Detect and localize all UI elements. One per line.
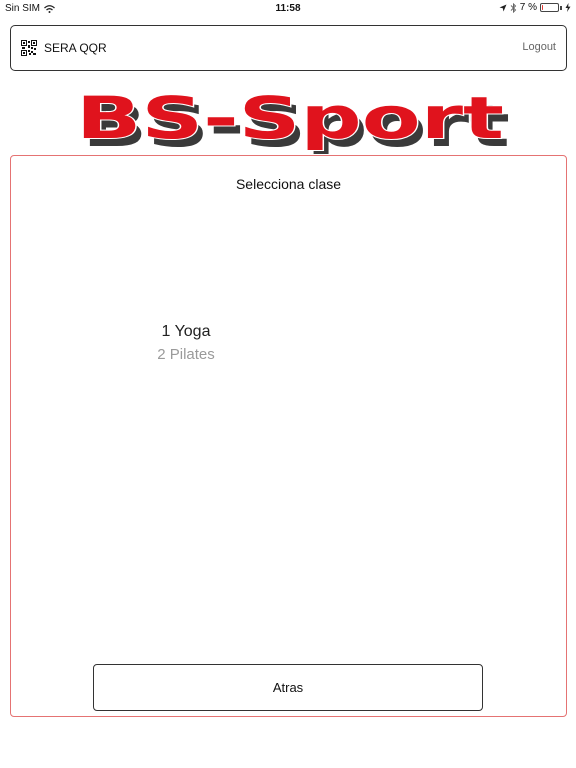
battery-percent: 7 % bbox=[519, 2, 537, 13]
clock: 11:58 bbox=[275, 3, 301, 14]
header-bar: SERA QQR Logout bbox=[10, 25, 567, 71]
battery-level bbox=[542, 5, 543, 10]
class-option-yoga[interactable]: 1 Yoga bbox=[121, 320, 251, 343]
logout-button[interactable]: Logout bbox=[522, 41, 556, 53]
brand-logo: BS-Sport BS-Sport bbox=[75, 83, 510, 154]
class-picker[interactable]: 1 Yoga 2 Pilates bbox=[121, 320, 251, 366]
panel-title: Selecciona clase bbox=[235, 176, 342, 192]
app-title: SERA QQR bbox=[44, 41, 107, 55]
qr-code-icon bbox=[21, 40, 37, 56]
bluetooth-icon bbox=[510, 2, 516, 13]
status-bar: Sin SIM 11:58 7 % bbox=[0, 0, 576, 18]
class-selection-panel: Selecciona clase 1 Yoga 2 Pilates Atras bbox=[10, 155, 567, 717]
brand-logo-text: BS-Sport bbox=[76, 84, 504, 152]
battery-icon bbox=[540, 3, 559, 12]
battery-cap bbox=[560, 5, 562, 10]
back-button[interactable]: Atras bbox=[93, 664, 483, 711]
class-option-pilates[interactable]: 2 Pilates bbox=[121, 343, 251, 366]
location-arrow-icon bbox=[499, 4, 507, 11]
charging-bolt-icon bbox=[565, 3, 571, 12]
status-right: 7 % bbox=[499, 2, 571, 13]
